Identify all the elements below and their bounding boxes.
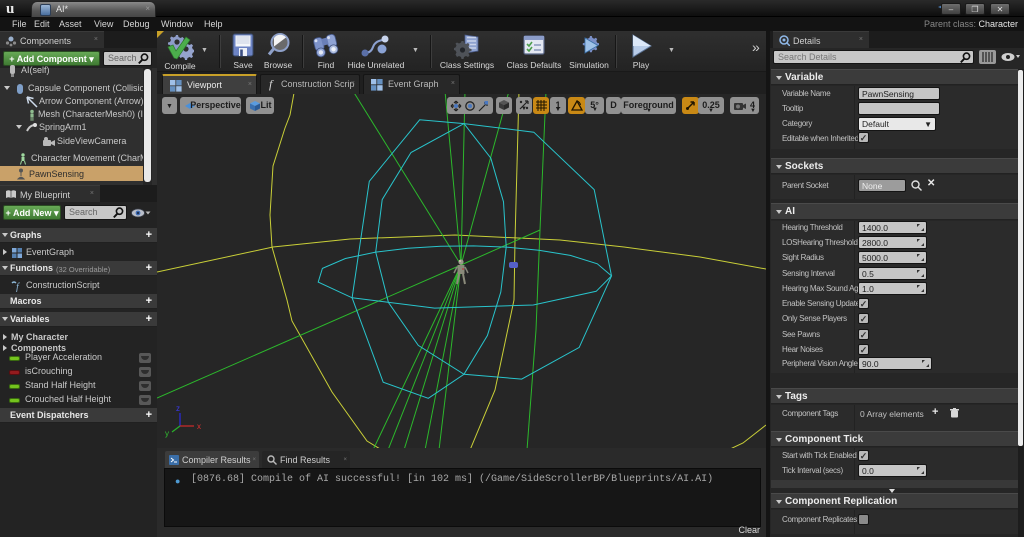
svg-text:y: y — [165, 429, 169, 438]
svg-text:z: z — [176, 404, 180, 413]
svg-text:x: x — [197, 422, 201, 431]
svg-text:f: f — [16, 282, 20, 292]
